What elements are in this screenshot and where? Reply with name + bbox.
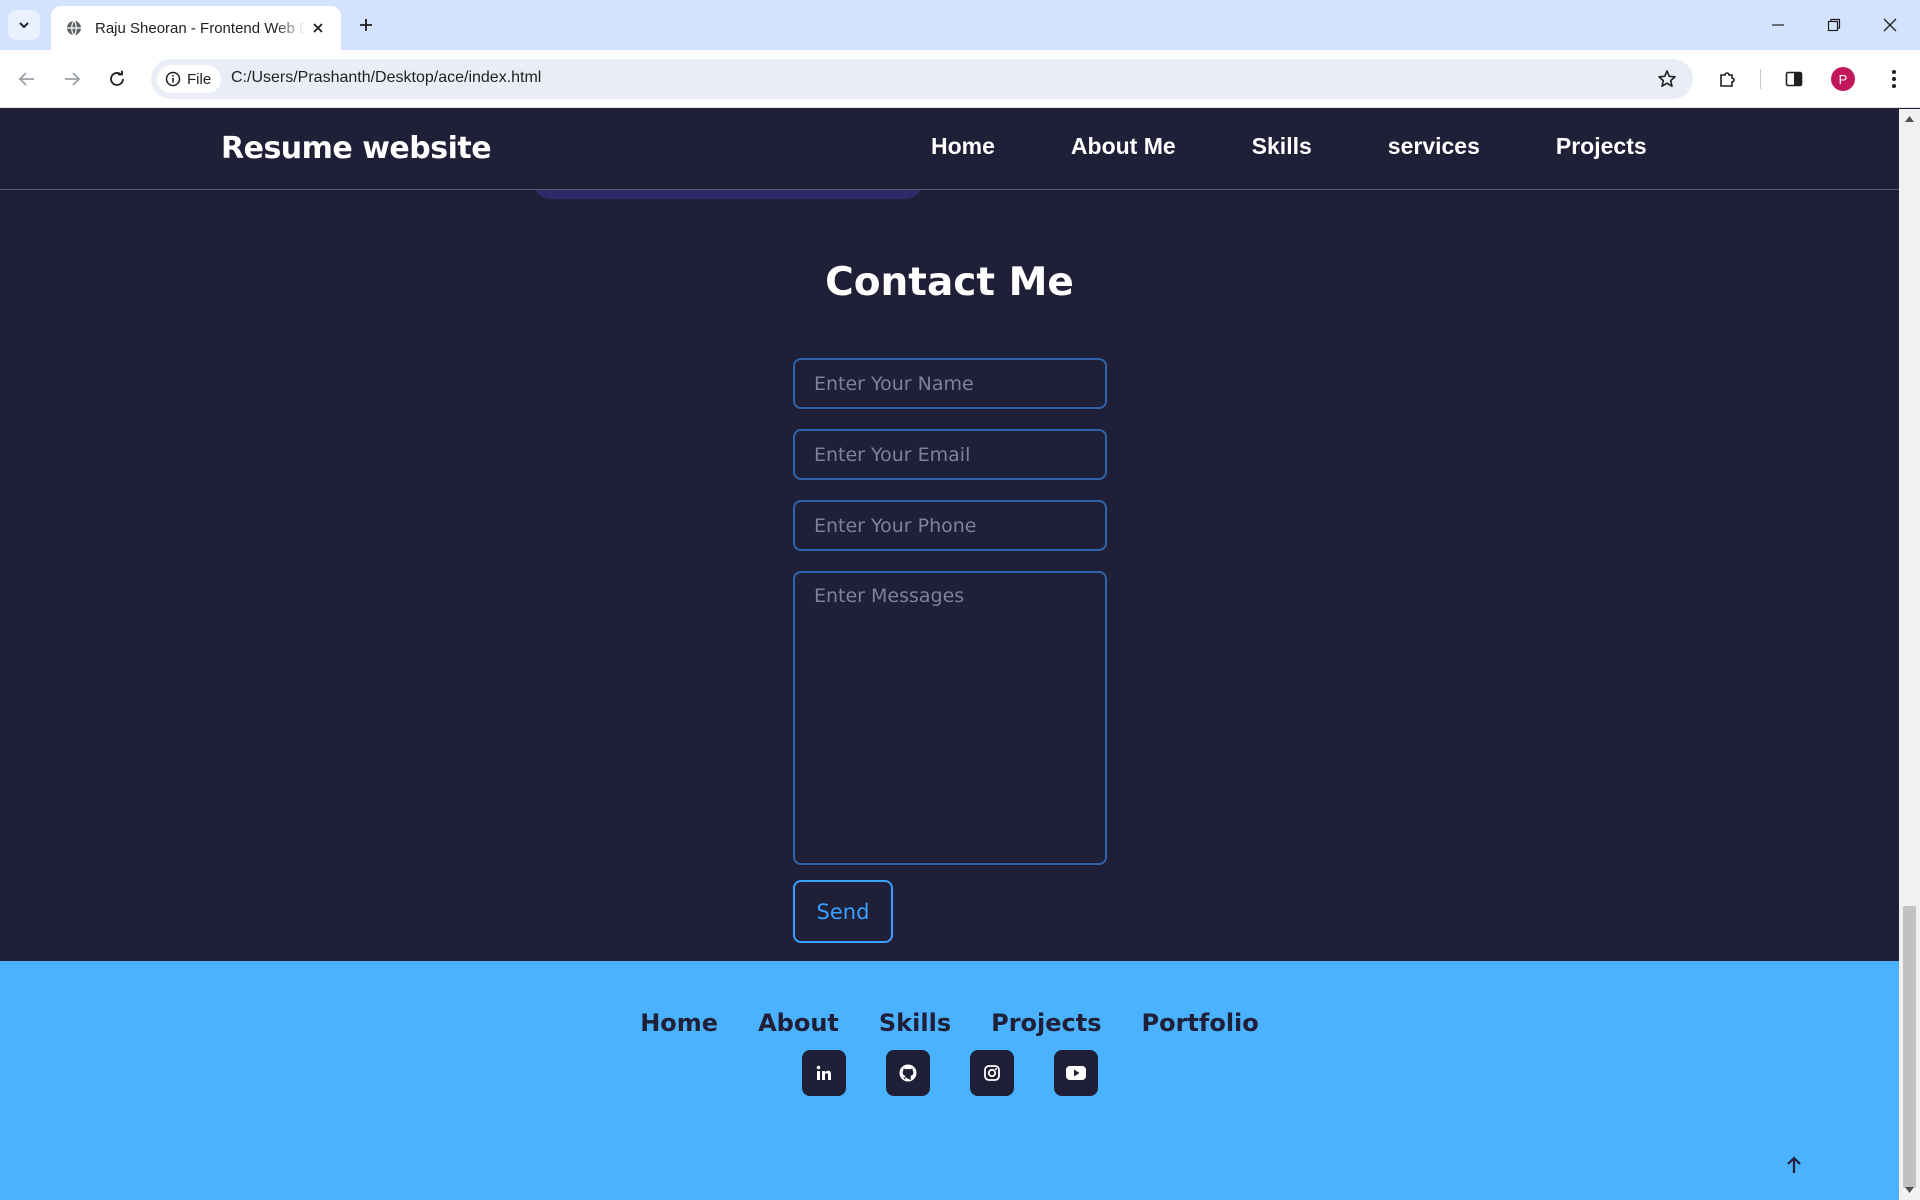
close-window-button[interactable] (1862, 0, 1918, 50)
nav-link-projects[interactable]: Projects (1556, 133, 1647, 160)
forward-button[interactable] (56, 63, 88, 95)
minimize-button[interactable] (1750, 0, 1806, 50)
nav-link-skills[interactable]: Skills (1252, 133, 1312, 160)
nav-links: Home About Me Skills services Projects (931, 133, 1723, 160)
instagram-icon (983, 1065, 1000, 1081)
chevron-down-icon (19, 22, 29, 29)
name-input[interactable] (793, 358, 1107, 409)
page-viewport: Resume website Home About Me Skills serv… (0, 109, 1899, 1200)
browser-tab[interactable]: Raju Sheoran - Frontend Web Developer (51, 6, 341, 50)
address-bar[interactable]: File C:/Users/Prashanth/Desktop/ace/inde… (151, 59, 1693, 99)
page-scrollbar[interactable] (1899, 109, 1920, 1200)
scroll-up-arrow-icon[interactable] (1899, 111, 1920, 127)
github-icon (899, 1064, 916, 1082)
side-panel-button[interactable] (1778, 63, 1810, 95)
extensions-button[interactable] (1712, 63, 1744, 95)
youtube-icon (1065, 1066, 1086, 1080)
message-textarea[interactable] (793, 571, 1107, 865)
url-text[interactable]: C:/Users/Prashanth/Desktop/ace/index.htm… (231, 69, 541, 87)
browser-toolbar: File C:/Users/Prashanth/Desktop/ace/inde… (0, 50, 1920, 108)
back-button[interactable] (11, 63, 43, 95)
linkedin-icon (816, 1065, 831, 1080)
footer-link-projects[interactable]: Projects (991, 1009, 1101, 1037)
site-chip-label: File (187, 70, 212, 88)
scroll-down-arrow-icon[interactable] (1899, 1182, 1920, 1198)
site-footer: Home About Skills Projects Portfolio (0, 961, 1899, 1200)
youtube-link[interactable] (1053, 1050, 1098, 1096)
tab-title: Raju Sheoran - Frontend Web Developer (95, 19, 305, 37)
footer-link-skills[interactable]: Skills (879, 1009, 951, 1037)
info-icon (165, 71, 181, 87)
puzzle-icon (1720, 72, 1735, 87)
github-link[interactable] (885, 1050, 930, 1096)
side-panel-icon (1785, 71, 1803, 87)
menu-button[interactable] (1878, 63, 1910, 95)
email-input[interactable] (793, 429, 1107, 480)
kebab-menu-icon (1892, 70, 1896, 88)
star-icon (1658, 70, 1676, 87)
arrow-left-icon (18, 72, 34, 86)
close-tab-icon[interactable] (307, 17, 329, 39)
nav-link-home[interactable]: Home (931, 133, 995, 160)
site-navbar: Resume website Home About Me Skills serv… (0, 109, 1899, 190)
contact-title: Contact Me (825, 260, 1074, 305)
minimize-icon (1772, 24, 1784, 26)
phone-input[interactable] (793, 500, 1107, 551)
restore-button[interactable] (1806, 0, 1862, 50)
footer-link-home[interactable]: Home (640, 1009, 718, 1037)
back-to-top-button[interactable] (1780, 1151, 1808, 1179)
social-links (0, 1050, 1899, 1096)
footer-link-portfolio[interactable]: Portfolio (1142, 1009, 1259, 1037)
nav-link-about[interactable]: About Me (1071, 133, 1176, 160)
site-brand[interactable]: Resume website (221, 131, 492, 166)
close-icon (1883, 18, 1897, 32)
tab-search-button[interactable] (8, 10, 40, 40)
arrow-right-icon (65, 72, 81, 86)
profile-avatar[interactable]: P (1831, 67, 1855, 91)
tab-strip: Raju Sheoran - Frontend Web Developer (0, 0, 1920, 50)
instagram-link[interactable] (969, 1050, 1014, 1096)
reload-button[interactable] (101, 63, 133, 95)
footer-link-about[interactable]: About (758, 1009, 839, 1037)
toolbar-divider (1760, 69, 1761, 89)
footer-links: Home About Skills Projects Portfolio (0, 1009, 1899, 1037)
new-tab-button[interactable] (352, 11, 380, 39)
site-info-chip[interactable]: File (157, 65, 222, 93)
reload-icon (110, 70, 124, 86)
plus-icon (360, 19, 372, 31)
nav-link-services[interactable]: services (1388, 133, 1480, 160)
send-button[interactable]: Send (793, 880, 893, 943)
arrow-up-icon (1787, 1156, 1801, 1173)
bookmark-button[interactable] (1651, 63, 1683, 95)
linkedin-link[interactable] (801, 1050, 846, 1096)
globe-icon (65, 19, 83, 37)
restore-icon (1827, 18, 1841, 32)
scrollbar-thumb[interactable] (1903, 906, 1916, 1188)
